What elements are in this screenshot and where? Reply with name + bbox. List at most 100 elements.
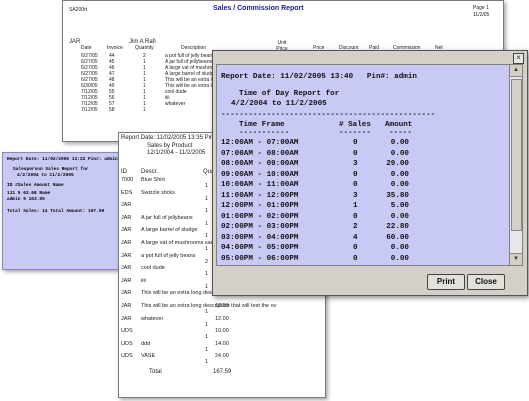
sales-count: 0: [353, 212, 358, 221]
cell-quantity: 1: [205, 195, 209, 202]
time-frame: 12:00PM - 01:00PM: [221, 202, 299, 210]
report-date-line: Report Date: 11/02/2005 13:40 Pin#: admi…: [221, 73, 417, 81]
cell-id: UDS: [121, 340, 133, 347]
amount: 60.00: [386, 233, 409, 242]
page-number: Page 1: [473, 5, 489, 11]
cell-amount: 24.00: [215, 353, 229, 360]
amount: 0.00: [390, 149, 409, 158]
report-title: Sales by Product: [147, 143, 193, 149]
header-time-frame: Time Frame: [239, 121, 285, 129]
total-label: Total: [149, 369, 162, 375]
cell-quantity: 1: [205, 283, 209, 290]
time-row: 12:00PM - 01:00PM 1 5.00: [217, 202, 509, 212]
cell-description: VASE: [141, 353, 156, 360]
amount: 22.80: [386, 223, 409, 231]
cell-id: JAR: [121, 227, 132, 234]
time-row: 03:00PM - 04:00PM 4 60.00: [217, 234, 509, 244]
cell-id: UDS: [121, 353, 133, 360]
time-row: 11:00AM - 12:00PM 3 35.80: [217, 192, 509, 202]
table-header: ID #Sales Amount Name: [7, 183, 64, 188]
time-row: 12:00AM - 07:00AM 0 0.00: [217, 139, 509, 149]
report-date-line: Report Date: 11/02/2005 13:35 Pin: [121, 135, 214, 141]
amount: 0.00: [390, 181, 409, 189]
cell-qty: 1: [143, 107, 146, 113]
cell-quantity: 1: [205, 334, 209, 341]
column-header: Descr.: [141, 169, 159, 175]
sales-count: 3: [353, 191, 358, 200]
time-row: 04:00PM - 05:00PM 0 0.00: [217, 244, 509, 254]
cell-description: ddd: [141, 340, 151, 347]
amount: 5.00: [390, 202, 409, 210]
cell-quantity: 1: [205, 309, 209, 315]
time-row: 09:00AM - 10:00AM 0 0.00: [217, 171, 509, 181]
amount: 0.00: [390, 244, 409, 252]
scroll-down-icon[interactable]: ▼: [510, 253, 522, 265]
report-title-line: Time of Day Report for: [239, 90, 340, 98]
header-underline: -----: [389, 129, 412, 137]
report-range: 12/1/2004 - 11/2/2005: [147, 150, 206, 156]
cell-description: A jar full of jellybeans: [141, 214, 193, 221]
amount: 29.00: [386, 160, 409, 168]
cell-quantity: 1: [205, 233, 209, 240]
sales-count: 3: [353, 160, 358, 168]
scroll-up-icon[interactable]: ▲: [510, 65, 522, 77]
amount: 0.00: [390, 254, 409, 263]
time-row: 10:00AM - 11:00AM 0 0.00: [217, 181, 509, 191]
time-frame: 08:00AM - 09:00AM: [221, 160, 299, 168]
column-header: Date: [81, 45, 92, 51]
time-row: 06:00PM - 07:00PM 1 14.99: [217, 265, 509, 266]
time-row: 02:00PM - 03:00PM 2 22.80: [217, 223, 509, 233]
sales-count: 0: [353, 181, 358, 189]
cell-id: EDS: [121, 189, 133, 196]
table-row: UDS VASE 1 24.00: [119, 353, 325, 365]
vertical-scrollbar[interactable]: ▲ ▼: [509, 64, 523, 266]
cell-quantity: 1: [205, 183, 209, 189]
time-frame: 06:00PM - 07:00PM: [221, 265, 298, 266]
time-frame: 05:00PM - 06:00PM: [221, 254, 299, 263]
time-row: 08:00AM - 09:00AM 3 29.00: [217, 160, 509, 170]
sales-count: 2: [353, 223, 358, 231]
cell-description: Blue Shirt: [141, 177, 165, 183]
close-window-icon[interactable]: ×: [513, 53, 524, 64]
header-underline: -----------: [239, 129, 290, 137]
total-amount: 167.59: [213, 369, 232, 375]
close-button[interactable]: Close: [467, 274, 505, 290]
cell-description: iiii: [141, 277, 146, 284]
cell-quantity: 1: [205, 271, 209, 278]
cell-id: JAR: [121, 240, 132, 246]
cell-quantity: 2: [205, 258, 209, 265]
time-row: 07:00AM - 08:00AM 0 0.00: [217, 150, 509, 160]
header-amount: Amount: [385, 121, 413, 129]
header-sales: # Sales: [339, 121, 371, 129]
cell-quantity: 1: [205, 359, 209, 366]
cell-amount: 12.00: [215, 315, 229, 322]
commission-report-title: Sales / Commission Report: [213, 5, 304, 12]
header-underline: -------: [339, 129, 371, 137]
amount: 0.00: [390, 139, 409, 147]
time-frame: 07:00AM - 08:00AM: [221, 149, 299, 158]
print-button[interactable]: Print: [427, 274, 465, 290]
cell-description: cool dude: [141, 265, 165, 272]
sales-count: 0: [353, 139, 358, 147]
report-text-area[interactable]: Report Date: 11/02/2005 13:40 Pin#: admi…: [216, 64, 510, 266]
time-frame: 11:00AM - 12:00PM: [221, 191, 299, 200]
scroll-thumb[interactable]: [511, 79, 522, 231]
sales-count: 4: [353, 233, 358, 242]
sales-count: 1: [353, 202, 358, 210]
cell-date: 7/12/05: [81, 107, 98, 113]
cell-description: This will be an extra long description t…: [141, 303, 277, 309]
table-row: UDS 1 10.00: [119, 328, 325, 340]
column-header: ID: [121, 169, 127, 175]
cell-id: JAR: [121, 214, 132, 221]
report-date-line: Report Date: 11/02/2005 13:32 Pin#: admi…: [7, 157, 118, 162]
sales-count: 0: [353, 244, 358, 252]
totals-line: Total Sales: 14 Total Amount: 167.59: [7, 209, 105, 214]
sales-count: 1: [353, 265, 358, 266]
cell-id: JAR: [121, 290, 132, 297]
time-frame: 09:00AM - 10:00AM: [221, 170, 299, 179]
time-frame: 02:00PM - 03:00PM: [221, 223, 299, 231]
cell-id: JAR: [121, 202, 132, 209]
report-heading: Salesperson Sales Report for: [13, 167, 89, 172]
cell-amount: 14.00: [215, 340, 229, 347]
cell-description: whatever: [141, 315, 164, 322]
